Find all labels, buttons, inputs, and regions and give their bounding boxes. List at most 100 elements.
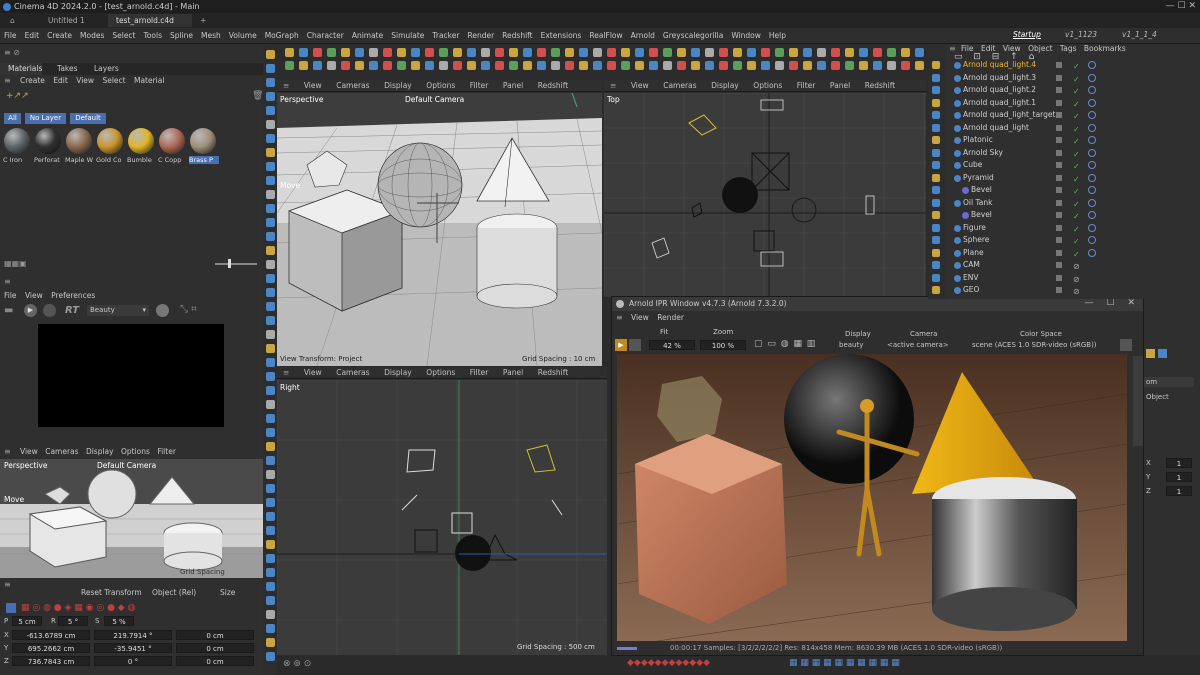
object-row[interactable]: Figure ✓ bbox=[950, 222, 1200, 235]
menu-extensions[interactable]: Extensions bbox=[537, 28, 586, 43]
tag-icon[interactable] bbox=[1088, 211, 1096, 219]
tag-icon[interactable] bbox=[1088, 173, 1096, 182]
toolbar-tool-icon[interactable] bbox=[887, 48, 896, 57]
tool-icon[interactable] bbox=[266, 330, 275, 339]
fit-field[interactable]: 42 % bbox=[649, 340, 695, 350]
tag-icon[interactable] bbox=[1088, 198, 1096, 207]
right-canvas[interactable] bbox=[277, 380, 607, 655]
attr-mode-dropdown[interactable]: om bbox=[1144, 377, 1194, 387]
toolbar-tool-icon[interactable] bbox=[411, 48, 420, 57]
tool-icon[interactable] bbox=[266, 204, 275, 213]
small-vp-menu-icon[interactable]: ≡ bbox=[4, 447, 11, 456]
ipr-menu-view[interactable]: View bbox=[631, 313, 649, 322]
persp-menu-icon[interactable]: ≡ bbox=[277, 80, 295, 91]
object-row[interactable]: Bevel ✓ bbox=[950, 184, 1200, 197]
toolbar-tool-icon[interactable] bbox=[551, 48, 560, 57]
toolbar-tool-icon[interactable] bbox=[565, 61, 574, 70]
material-swatch[interactable] bbox=[159, 128, 185, 154]
tool-icon[interactable] bbox=[266, 302, 275, 311]
tool-icon[interactable] bbox=[266, 288, 275, 297]
menu-arnold[interactable]: Arnold bbox=[627, 28, 659, 43]
om-menu-tags[interactable]: Tags bbox=[1060, 44, 1077, 53]
toolbar-tool-icon[interactable] bbox=[621, 61, 630, 70]
menu-create[interactable]: Create bbox=[43, 28, 76, 43]
ipr-menu-render[interactable]: Render bbox=[657, 313, 684, 322]
toolbar-tool-icon[interactable] bbox=[747, 61, 756, 70]
panel-menu-icon-2[interactable]: ≡ bbox=[4, 76, 11, 85]
tool-icon[interactable] bbox=[266, 554, 275, 563]
tool-icon[interactable] bbox=[266, 582, 275, 591]
toolbar-tool-icon[interactable] bbox=[845, 61, 854, 70]
rotation-field[interactable]: 219.7914 ° bbox=[94, 630, 172, 640]
tag-icon[interactable] bbox=[1088, 73, 1096, 82]
toolbar-tool-icon[interactable] bbox=[761, 61, 770, 70]
ipr-play-icon[interactable]: ▶ bbox=[615, 339, 627, 351]
tool-icon[interactable] bbox=[266, 246, 275, 255]
tool-icon[interactable] bbox=[266, 470, 275, 479]
om-menu-bookmarks[interactable]: Bookmarks bbox=[1084, 44, 1126, 53]
toolbar-tool-icon[interactable] bbox=[397, 61, 406, 70]
window-controls[interactable]: — ☐ ✕ bbox=[1166, 1, 1196, 11]
toolbar-tool-icon[interactable] bbox=[537, 61, 546, 70]
toolbar-tool-icon[interactable] bbox=[299, 48, 308, 57]
right-menu-display[interactable]: Display bbox=[378, 367, 418, 378]
filter-all[interactable]: All bbox=[4, 113, 21, 124]
om-tool-icon[interactable] bbox=[932, 86, 940, 94]
om-tool-icon[interactable] bbox=[932, 123, 940, 132]
toolbar-tool-icon[interactable] bbox=[453, 48, 462, 57]
view-mode-icon[interactable]: ▦▦▣ bbox=[4, 259, 27, 268]
toolbar-tool-icon[interactable] bbox=[733, 61, 742, 70]
ipr-view-icons[interactable]: ▢ ▭ ◍ ▦ ▥ bbox=[754, 339, 815, 349]
toolbar-tool-icon[interactable] bbox=[831, 61, 840, 70]
top-menu-view[interactable]: View bbox=[625, 80, 655, 91]
right-menu-redshift[interactable]: Redshift bbox=[532, 367, 574, 378]
om-tool-icon[interactable] bbox=[932, 286, 940, 294]
toolbar-tool-icon[interactable] bbox=[285, 48, 294, 57]
ipr-save-icon[interactable] bbox=[1120, 339, 1132, 351]
material-swatch[interactable] bbox=[4, 128, 30, 154]
trash-icon[interactable]: 🗑 bbox=[252, 91, 263, 101]
ipr-render-canvas[interactable] bbox=[617, 354, 1127, 641]
tool-icon[interactable] bbox=[266, 120, 275, 129]
tool-icon[interactable] bbox=[266, 568, 275, 577]
tool-icon[interactable] bbox=[266, 260, 275, 269]
toolbar-tool-icon[interactable] bbox=[719, 61, 728, 70]
object-row[interactable]: Sphere ✓ bbox=[950, 234, 1200, 247]
tool-icon[interactable] bbox=[266, 386, 275, 395]
tag-icon[interactable] bbox=[1088, 148, 1096, 157]
right-menu-view[interactable]: View bbox=[298, 367, 328, 378]
om-tool-icon[interactable] bbox=[932, 236, 940, 244]
tool-icon[interactable] bbox=[266, 652, 275, 661]
tab-materials[interactable]: Materials bbox=[0, 63, 42, 75]
toolbar-tool-icon[interactable] bbox=[607, 61, 616, 70]
tool-icon[interactable] bbox=[266, 176, 275, 185]
mat-menu-create[interactable]: Create bbox=[20, 76, 45, 85]
small-viewport-canvas[interactable] bbox=[0, 459, 263, 578]
tool-icon[interactable] bbox=[266, 414, 275, 423]
persp-vp-camera[interactable]: Default Camera bbox=[405, 95, 464, 104]
visibility-toggle[interactable] bbox=[1056, 274, 1062, 281]
mat-menu-select[interactable]: Select bbox=[102, 76, 125, 85]
attr-scale-field[interactable]: 1 bbox=[1166, 472, 1192, 482]
toolbar-tool-icon[interactable] bbox=[663, 48, 672, 57]
s-step-field[interactable]: 5 % bbox=[104, 616, 134, 626]
attr-scale-field[interactable]: 1 bbox=[1166, 458, 1192, 468]
toolbar-tool-icon[interactable] bbox=[481, 48, 490, 57]
svp-menu-options[interactable]: Options bbox=[121, 447, 150, 456]
tool-icon[interactable] bbox=[266, 442, 275, 451]
material-tools-icons[interactable]: +↗↗ bbox=[6, 91, 29, 101]
persp-menu-redshift[interactable]: Redshift bbox=[532, 80, 574, 91]
menu-select[interactable]: Select bbox=[108, 28, 139, 43]
tool-icon[interactable] bbox=[266, 428, 275, 437]
menu-modes[interactable]: Modes bbox=[76, 28, 108, 43]
filter-default[interactable]: Default bbox=[70, 113, 106, 124]
color-space-dropdown[interactable]: scene (ACES 1.0 SDR-video (sRGB)) bbox=[972, 341, 1097, 349]
ipr-snapshot-icon[interactable] bbox=[629, 339, 641, 351]
menu-character[interactable]: Character bbox=[303, 28, 348, 43]
toolbar-tool-icon[interactable] bbox=[705, 61, 714, 70]
om-tool-icon[interactable] bbox=[932, 98, 940, 107]
menu-render[interactable]: Render bbox=[463, 28, 498, 43]
object-row[interactable]: Arnold quad_light.4 ✓ bbox=[950, 59, 1200, 72]
toolbar-tool-icon[interactable] bbox=[761, 48, 770, 57]
visibility-toggle[interactable] bbox=[1056, 174, 1062, 181]
